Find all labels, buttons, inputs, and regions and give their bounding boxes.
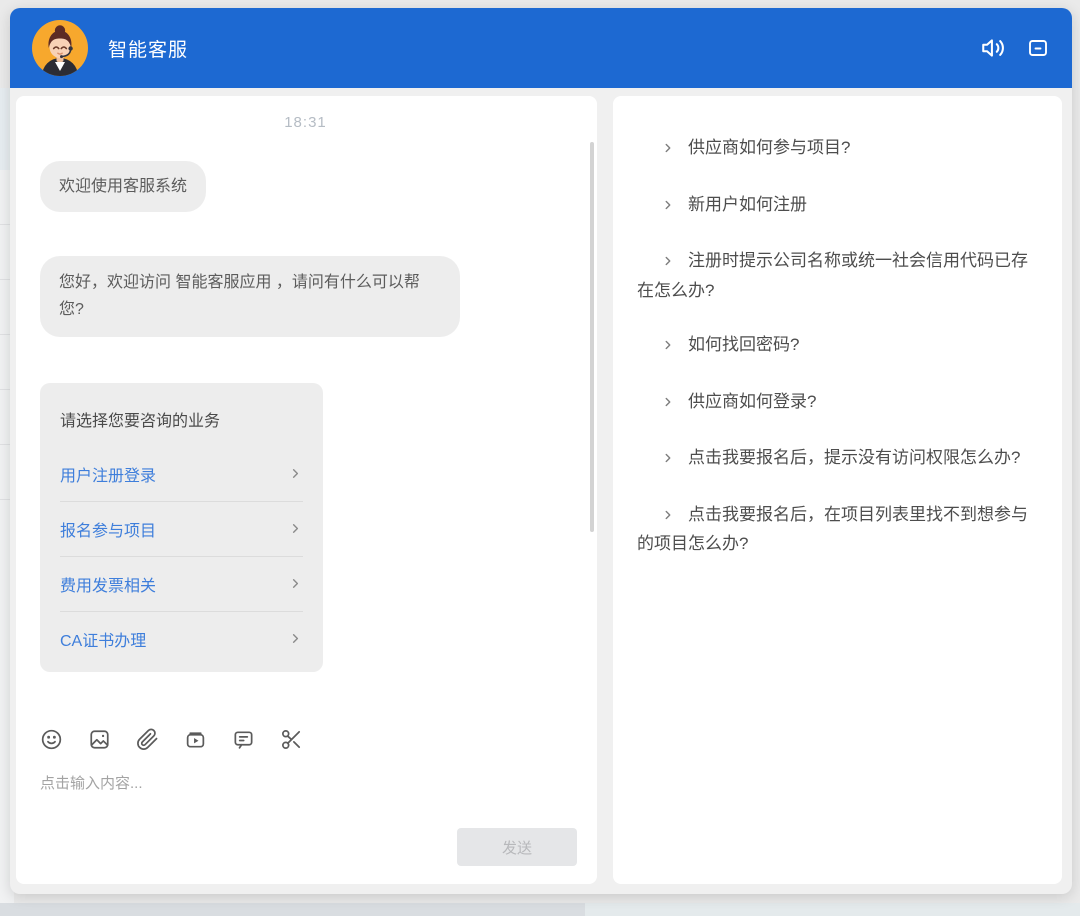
faq-item[interactable]: 如何找回密码? xyxy=(637,331,1038,361)
bot-message-bubble: 您好，欢迎访问 智能客服应用 ，请问有什么可以帮您? xyxy=(40,256,460,336)
quick-reply-icon[interactable] xyxy=(232,728,255,751)
faq-question: 供应商如何登录? xyxy=(688,392,816,411)
dialog-header: 智能客服 xyxy=(10,8,1072,88)
menu-item-label: 报名参与项目 xyxy=(60,517,156,541)
send-button[interactable]: 发送 xyxy=(457,828,577,866)
attachment-paperclip-icon[interactable] xyxy=(136,728,159,751)
screenshot-scissors-icon[interactable] xyxy=(280,728,303,751)
chevron-right-icon xyxy=(288,631,303,646)
menu-item-label: 用户注册登录 xyxy=(60,462,156,486)
chevron-right-icon xyxy=(649,446,675,474)
chevron-right-icon xyxy=(288,466,303,481)
app-title: 智能客服 xyxy=(108,35,188,62)
input-toolbar xyxy=(16,716,597,762)
faq-question: 如何找回密码? xyxy=(688,335,799,354)
service-menu-title: 请选择您要咨询的业务 xyxy=(60,393,303,447)
message-input[interactable]: 点击输入内容... xyxy=(16,762,597,826)
customer-service-dialog: 智能客服 18:31 欢迎使用客服系统 您好，欢迎访问 智能客服应用 ，请问有什… xyxy=(10,8,1072,894)
chevron-right-icon xyxy=(649,503,675,531)
faq-question: 新用户如何注册 xyxy=(688,195,807,214)
background-page-bottom-strip-right xyxy=(585,903,1080,916)
chevron-right-icon xyxy=(649,390,675,418)
menu-item-ca-certificate[interactable]: CA证书办理 xyxy=(60,611,303,666)
background-page-bottom-strip-left xyxy=(0,903,585,916)
menu-item-label: CA证书办理 xyxy=(60,627,146,651)
faq-item[interactable]: 供应商如何参与项目? xyxy=(637,134,1038,164)
bot-message-bubble: 欢迎使用客服系统 xyxy=(40,161,206,212)
faq-panel: 供应商如何参与项目? 新用户如何注册 注册时提示公司名称或统一社会信用代码已存在… xyxy=(613,96,1062,884)
faq-item[interactable]: 供应商如何登录? xyxy=(637,388,1038,418)
emoji-icon[interactable] xyxy=(40,728,63,751)
chat-message-area[interactable]: 18:31 欢迎使用客服系统 您好，欢迎访问 智能客服应用 ，请问有什么可以帮您… xyxy=(16,96,597,716)
chat-panel: 18:31 欢迎使用客服系统 您好，欢迎访问 智能客服应用 ，请问有什么可以帮您… xyxy=(16,96,597,884)
chevron-right-icon xyxy=(288,521,303,536)
volume-speaker-icon[interactable] xyxy=(980,35,1006,61)
message-timestamp: 18:31 xyxy=(40,114,571,131)
video-icon[interactable] xyxy=(184,728,207,751)
faq-item[interactable]: 点击我要报名后，在项目列表里找不到想参与的项目怎么办? xyxy=(637,501,1038,558)
faq-question: 点击我要报名后，在项目列表里找不到想参与的项目怎么办? xyxy=(637,505,1028,554)
chevron-right-icon xyxy=(649,136,675,164)
chat-scrollbar[interactable] xyxy=(590,142,594,532)
faq-item[interactable]: 注册时提示公司名称或统一社会信用代码已存在怎么办? xyxy=(637,247,1038,304)
faq-question: 点击我要报名后，提示没有访问权限怎么办? xyxy=(688,448,1020,467)
chevron-right-icon xyxy=(649,249,675,277)
chevron-right-icon xyxy=(649,333,675,361)
agent-avatar xyxy=(32,20,88,76)
service-menu-card: 请选择您要咨询的业务 用户注册登录 报名参与项目 费 xyxy=(40,383,323,672)
menu-item-label: 费用发票相关 xyxy=(60,572,156,596)
minimize-window-icon[interactable] xyxy=(1026,36,1050,60)
menu-item-fee-invoice[interactable]: 费用发票相关 xyxy=(60,556,303,611)
faq-item[interactable]: 新用户如何注册 xyxy=(637,191,1038,221)
menu-item-user-register-login[interactable]: 用户注册登录 xyxy=(60,447,303,501)
faq-question: 供应商如何参与项目? xyxy=(688,138,850,157)
faq-item[interactable]: 点击我要报名后，提示没有访问权限怎么办? xyxy=(637,444,1038,474)
chevron-right-icon xyxy=(288,576,303,591)
chevron-right-icon xyxy=(649,193,675,221)
menu-item-signup-project[interactable]: 报名参与项目 xyxy=(60,501,303,556)
image-icon[interactable] xyxy=(88,728,111,751)
faq-question: 注册时提示公司名称或统一社会信用代码已存在怎么办? xyxy=(637,251,1028,300)
